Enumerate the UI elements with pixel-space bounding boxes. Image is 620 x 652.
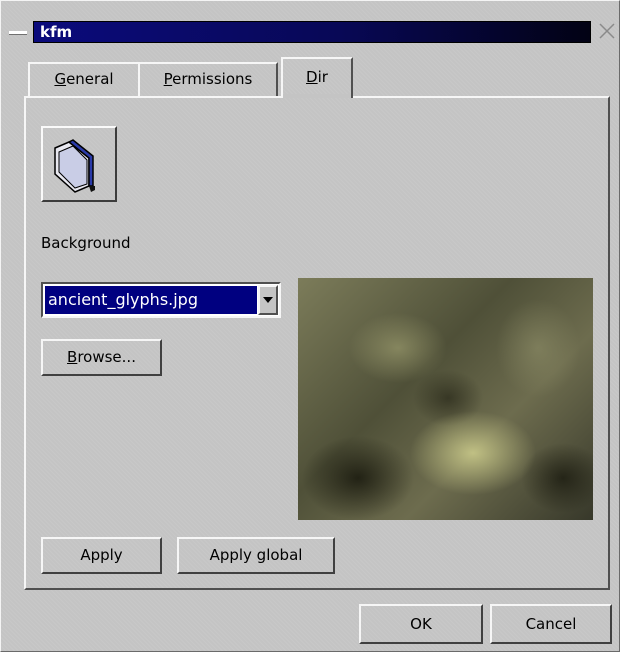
browse-button[interactable]: Browse... — [41, 339, 162, 376]
background-preview-image — [298, 278, 593, 520]
cancel-button[interactable]: Cancel — [490, 604, 612, 644]
tab-permissions-mnemonic: P — [163, 70, 173, 88]
tab-permissions-label: ermissions — [172, 70, 253, 88]
tab-permissions[interactable]: Permissions — [138, 62, 278, 96]
close-icon-glyph — [599, 23, 615, 39]
apply-button[interactable]: Apply — [41, 537, 162, 574]
window-title: kfm — [40, 23, 73, 41]
apply-global-button[interactable]: Apply global — [177, 537, 335, 574]
folder-icon — [54, 139, 95, 193]
ok-button[interactable]: OK — [359, 604, 483, 644]
title-bar-fill[interactable]: kfm — [33, 21, 591, 43]
browse-label: rowse... — [77, 348, 136, 366]
folder-icon-button[interactable] — [41, 126, 117, 202]
title-bar[interactable]: kfm — [7, 21, 615, 45]
tab-general-mnemonic: G — [54, 70, 67, 88]
background-select[interactable]: ancient_glyphs.jpg — [41, 282, 281, 318]
tab-dir[interactable]: Dir — [281, 57, 353, 98]
close-icon[interactable] — [597, 21, 617, 43]
tab-dir-label: ir — [317, 68, 328, 86]
chevron-down-icon[interactable] — [258, 285, 278, 315]
background-select-value[interactable]: ancient_glyphs.jpg — [45, 286, 257, 314]
background-label: Background — [41, 234, 131, 252]
tab-general[interactable]: General — [28, 62, 140, 96]
tab-dir-mnemonic: D — [306, 68, 318, 86]
kfm-properties-dialog: kfm General Permissions Dir Background a… — [0, 0, 620, 652]
browse-mnemonic: B — [67, 348, 78, 366]
window-menu-icon[interactable] — [9, 31, 27, 35]
tab-general-label: eneral — [66, 70, 114, 88]
active-tab-joint — [283, 94, 351, 98]
